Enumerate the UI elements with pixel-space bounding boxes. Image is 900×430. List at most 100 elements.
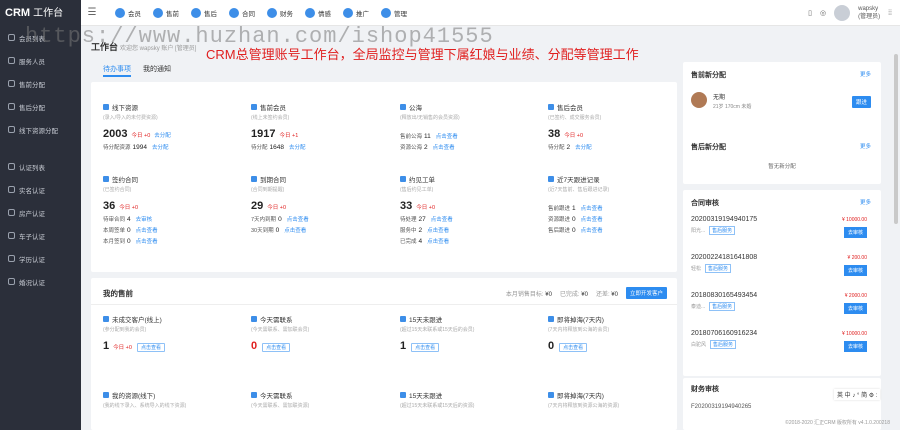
- stat-line-link[interactable]: 点击查看: [136, 228, 158, 234]
- stat-line-link[interactable]: 去分配: [575, 145, 592, 151]
- tab-todo[interactable]: 待办事项: [103, 64, 131, 77]
- top-nav-item[interactable]: 合同: [229, 7, 255, 18]
- sidebar-item-label: 线下资源分配: [19, 127, 58, 135]
- avatar[interactable]: [834, 5, 851, 21]
- sales-card-value-row: 1 点击查看: [400, 340, 540, 352]
- stat-line-link[interactable]: 点击查看: [136, 239, 158, 245]
- stat-value: 2003: [103, 128, 128, 140]
- top-nav-item[interactable]: 管理: [381, 7, 407, 18]
- view-button[interactable]: 点击查看: [411, 343, 440, 352]
- top-nav-item[interactable]: 售后: [191, 7, 217, 18]
- stat-line-link[interactable]: 去分配: [152, 145, 169, 151]
- top-nav-item[interactable]: 财务: [267, 7, 293, 18]
- stat-line-link[interactable]: 点击查看: [581, 228, 603, 234]
- stat-line-value: 0: [278, 216, 282, 223]
- top-nav-item[interactable]: 售前: [153, 7, 179, 18]
- tab-notice[interactable]: 我的通知: [143, 64, 171, 77]
- stat-line-link[interactable]: 点击查看: [431, 217, 453, 223]
- stat-line-link[interactable]: 点击查看: [287, 217, 309, 223]
- sidebar-item[interactable]: 学历认证: [0, 247, 81, 270]
- nav-label: 情感: [318, 10, 331, 18]
- notification-icon[interactable]: ◎: [820, 9, 826, 17]
- today-delta: 今日 +0: [267, 205, 287, 211]
- menu-icon: [8, 34, 15, 41]
- contract-amount: ¥ 2000.00: [844, 293, 867, 299]
- sales-card: 即将掉海(7天内) (7天内将释放到公海的会员) 0 点击查看: [548, 314, 688, 352]
- contract-number: 20180830165493454: [691, 292, 758, 299]
- stat-line-link[interactable]: 点击查看: [427, 228, 449, 234]
- stat-line-link[interactable]: 点击查看: [433, 145, 455, 151]
- stat-line: 售前跟进 1 点击查看: [548, 205, 603, 212]
- presale-more-link[interactable]: 更多: [860, 70, 871, 78]
- sales-card-title: 我的资源(线下): [103, 390, 243, 400]
- sidebar-item-label: 学历认证: [19, 256, 45, 264]
- stat-line-link[interactable]: 点击查看: [427, 239, 449, 245]
- scrollbar[interactable]: [894, 54, 898, 224]
- nav-label: 会员: [128, 10, 141, 18]
- sales-card: 今天需联系 (今天需联系、需加联资源): [251, 390, 391, 409]
- view-button[interactable]: 点击查看: [262, 343, 291, 352]
- stat-value-row: 33 今日 +0: [400, 200, 540, 212]
- contract-item: 20200319194940175 阳光... 售后服务 ¥ 10000.00 去审核: [691, 216, 867, 238]
- view-button[interactable]: 点击查看: [136, 343, 165, 352]
- mobile-icon[interactable]: ▯: [808, 9, 812, 17]
- menu-toggle-icon[interactable]: ☰: [81, 7, 103, 18]
- stat-line-link[interactable]: 点击查看: [581, 206, 603, 212]
- stat-value: 29: [251, 200, 264, 212]
- stat-line-link[interactable]: 点击查看: [436, 134, 458, 140]
- sidebar-item[interactable]: 房产认证: [0, 201, 81, 224]
- stat-line-link[interactable]: 去审核: [136, 217, 153, 223]
- stat-line-value: 1: [572, 205, 576, 212]
- sidebar-item[interactable]: 车子认证: [0, 224, 81, 247]
- aftersale-more-link[interactable]: 更多: [860, 142, 871, 150]
- sidebar-item[interactable]: 售后分配: [0, 95, 81, 118]
- sidebar-item[interactable]: 婚况认证: [0, 270, 81, 293]
- stat-icon: [400, 104, 406, 110]
- stat-title: 约见工单: [400, 174, 540, 184]
- stat-line-value: 1648: [269, 144, 284, 151]
- footer-copyright: ©2018-2020 汇正CRM 版权所有 v4.1.0.200218: [785, 420, 890, 426]
- sales-card-subtitle: (7天内将释放到资源公海的资源): [548, 403, 620, 409]
- sidebar-item-label: 售前分配: [19, 81, 45, 89]
- stat-line: 7天内到期 0 点击查看: [251, 216, 309, 223]
- user-info[interactable]: wapsky (管理员): [858, 5, 880, 21]
- top-nav-item[interactable]: 会员: [115, 7, 141, 18]
- contract-more-link[interactable]: 更多: [860, 198, 871, 206]
- stat-value: 1917: [251, 128, 276, 140]
- nav-label: 推广: [356, 10, 369, 18]
- stat-card: 线下资源 (录入/导入的未付费资源) 2003 今日 +0 去分配 待分配资源 1994 去分…: [103, 102, 243, 151]
- sidebar-item[interactable]: 售前分配: [0, 72, 81, 95]
- review-button[interactable]: 去审核: [843, 265, 867, 276]
- view-button[interactable]: 点击查看: [559, 343, 588, 352]
- sidebar-item[interactable]: 服务人员: [0, 49, 81, 72]
- top-nav-item[interactable]: 推广: [343, 7, 369, 18]
- menu-icon: [8, 103, 15, 110]
- review-button[interactable]: 去审核: [843, 303, 867, 314]
- stat-line: 资源公海 2 点击查看: [400, 144, 455, 151]
- my-sales-title: 我的售前: [103, 289, 133, 298]
- grid-icon[interactable]: ⁞⁞: [888, 10, 892, 17]
- contract-tag: 售后服务: [705, 264, 732, 273]
- stat-value-row: 36 今日 +0: [103, 200, 243, 212]
- sidebar-item[interactable]: 认证列表: [0, 155, 81, 178]
- stat-line-link[interactable]: 去分配: [289, 145, 306, 151]
- stat-line-link[interactable]: 点击查看: [581, 217, 603, 223]
- develop-customer-button[interactable]: 立即开发客户: [625, 287, 667, 299]
- stat-icon: [103, 176, 109, 182]
- ime-toolbar[interactable]: 英 中 ♪ ° 简 ⚙ :: [834, 389, 881, 400]
- stat-title: 近7天跟进记录: [548, 174, 688, 184]
- top-nav-item[interactable]: 情感: [305, 7, 331, 18]
- follow-button[interactable]: 跟进: [851, 96, 871, 108]
- stat-line-value: 0: [127, 238, 131, 245]
- stat-link[interactable]: 去分配: [154, 131, 171, 139]
- stat-subtitle: (售后约见工单): [400, 187, 434, 193]
- sidebar-item-label: 售后分配: [19, 104, 45, 112]
- sidebar-item[interactable]: 实名认证: [0, 178, 81, 201]
- sidebar-item[interactable]: 线下资源分配: [0, 118, 81, 141]
- stat-subtitle: (释放出/无销售的会员资源): [400, 115, 460, 121]
- review-button[interactable]: 去审核: [843, 227, 867, 238]
- nav-label: 售后: [204, 10, 217, 18]
- review-button[interactable]: 去审核: [843, 341, 867, 352]
- contract-number: 20200319194940175: [691, 216, 758, 223]
- stat-line-link[interactable]: 点击查看: [284, 228, 306, 234]
